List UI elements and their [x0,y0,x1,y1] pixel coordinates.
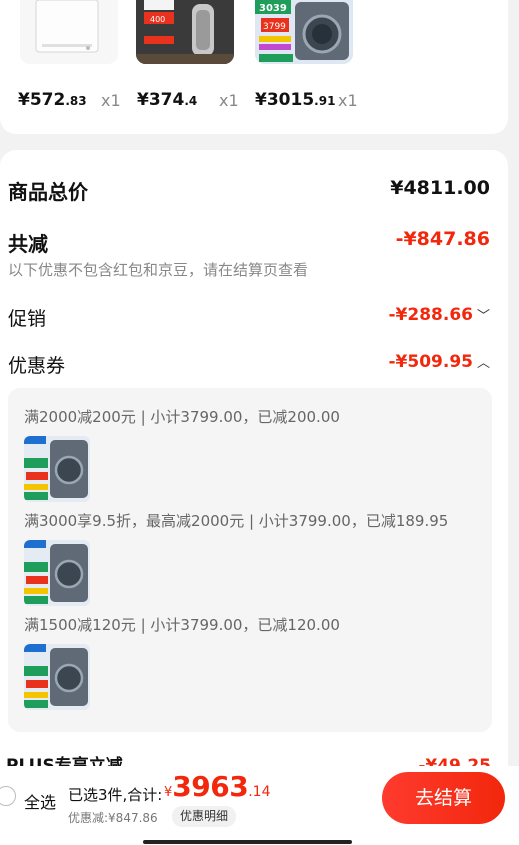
svg-text:3799: 3799 [263,22,286,32]
coupon-product-thumbnail-3[interactable] [24,644,90,710]
goods-total-value: ¥4811.00 [390,177,490,199]
coupon-rule-2: 满3000享9.5折，最高减2000元 | 小计3799.00，已减189.95 [24,512,449,530]
coupon-row-toggle[interactable]: -¥509.95 ︿ [388,352,490,372]
product-thumbnail-purifier[interactable]: 400 [136,0,234,64]
coupon-product-thumbnail-2[interactable] [24,540,90,606]
total-reduce-value: -¥847.86 [395,228,490,250]
checkout-bar: 全选 已选3件,合计: ¥3963.14 优惠减:¥847.86 优惠明细 去结… [0,766,519,845]
total-amount: ¥3963.14 [164,770,271,803]
select-all-label[interactable]: 全选 [24,789,56,813]
promo-value: -¥288.66 [388,305,473,325]
home-indicator [143,840,352,844]
coupon-product-thumbnail-1[interactable] [24,436,90,502]
product-price-2: ¥374.4 [137,90,198,110]
price-breakdown-card: 商品总价 ¥4811.00 共减 -¥847.86 以下优惠不包含红包和京豆，请… [0,150,508,790]
chevron-down-icon: ﹀ [476,309,490,324]
coupon-label[interactable]: 优惠券 [8,351,65,378]
promo-label[interactable]: 促销 [8,304,46,331]
total-reduce-label: 共减 [8,232,48,256]
coupon-rule-3: 满1500减120元 | 小计3799.00，已减120.00 [24,616,340,634]
promo-row-toggle[interactable]: -¥288.66 ﹀ [388,305,490,325]
product-thumbnail-washer[interactable]: 3039 3799 [255,0,353,64]
product-qty-3: x1 [338,91,358,110]
goods-total-label: 商品总价 [8,180,88,204]
product-thumbnail-freezer[interactable] [20,0,118,64]
svg-text:400: 400 [150,15,165,24]
product-qty-2: x1 [219,91,239,110]
select-all-checkbox[interactable] [0,786,16,806]
plus-discount-value-peek: -¥49.25 [418,756,491,766]
product-price-3: ¥3015.91 [255,90,336,110]
product-qty-1: x1 [101,91,121,110]
product-price-1: ¥572.83 [18,90,87,110]
coupon-rule-1: 满2000减200元 | 小计3799.00，已减200.00 [24,408,340,426]
svg-text:3039: 3039 [259,3,287,14]
selected-count-text: 已选3件,合计: [68,786,163,804]
discount-detail-button[interactable]: 优惠明细 [172,806,237,827]
coupon-detail-panel: 满2000减200元 | 小计3799.00，已减200.00 满3000享9.… [8,388,492,732]
selected-products-card: 400 3039 3799 ¥572.83 x1 ¥374.4 x1 ¥3015… [0,0,508,134]
chevron-up-icon: ︿ [476,356,490,371]
plus-discount-label-peek: PLUS专享立减 [6,756,123,766]
discount-summary: 优惠减:¥847.86 [68,811,158,825]
checkout-button[interactable]: 去结算 [382,772,505,824]
discount-note: 以下优惠不包含红包和京豆，请在结算页查看 [8,261,309,279]
coupon-value: -¥509.95 [388,352,473,372]
